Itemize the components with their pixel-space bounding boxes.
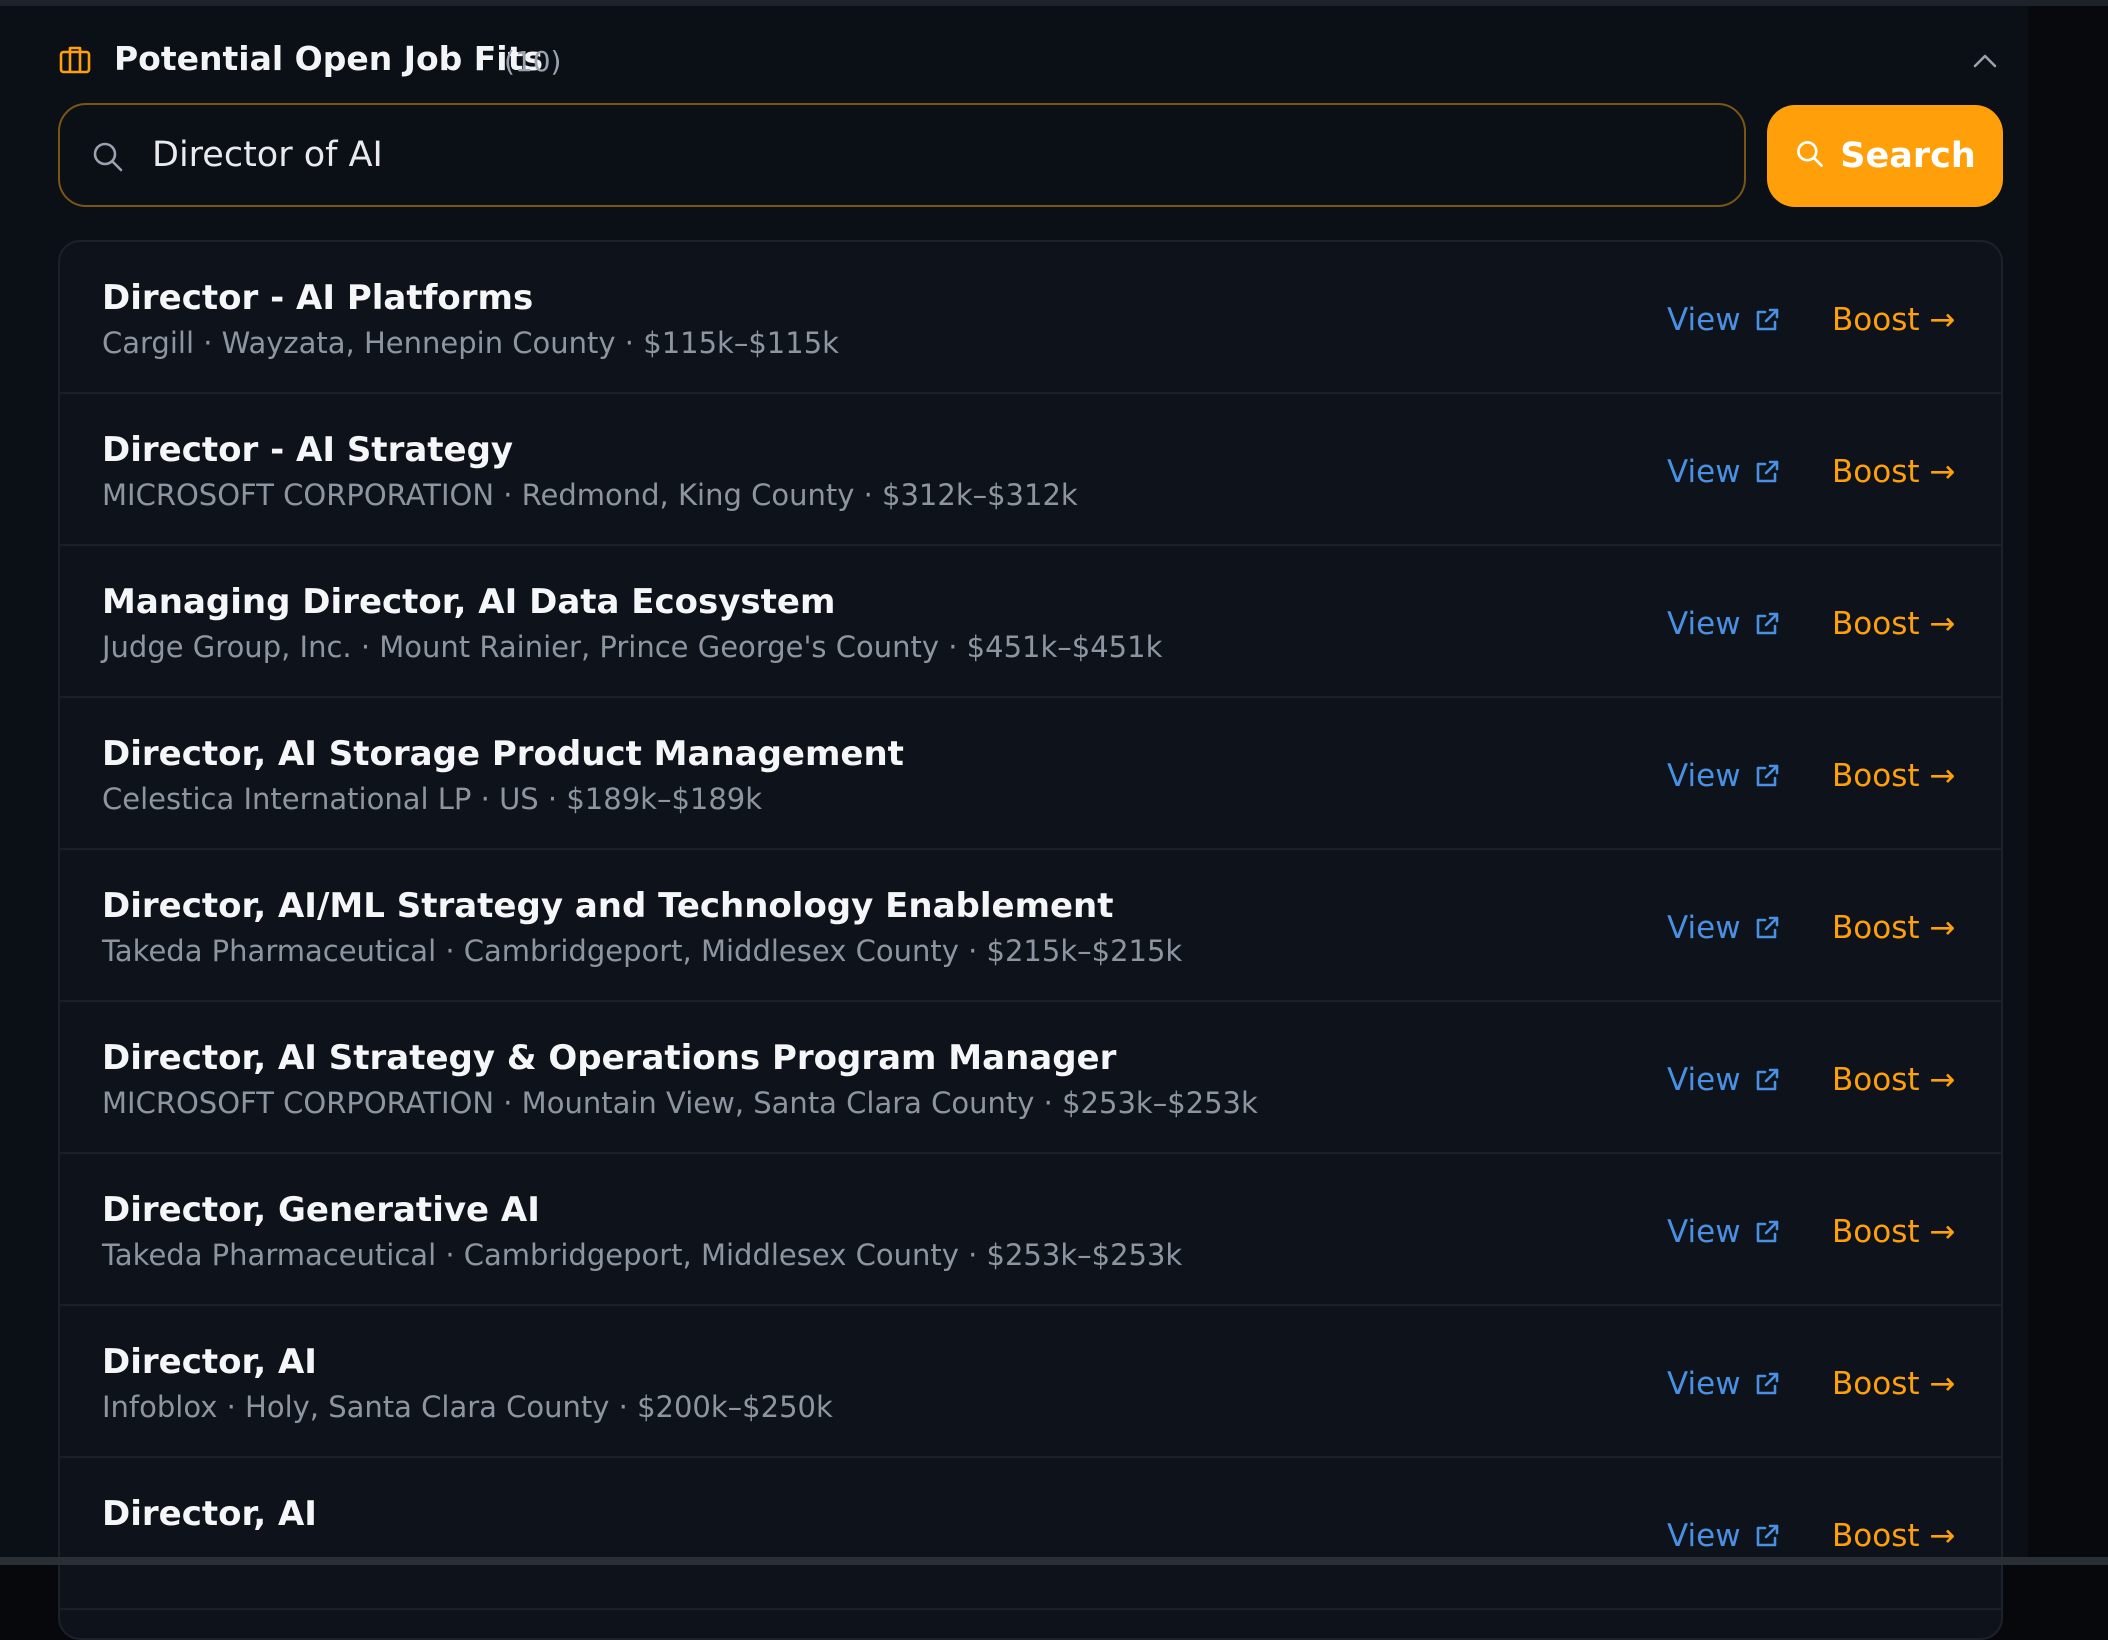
job-title: Managing Director, AI Data Ecosystem (102, 582, 836, 622)
boost-link[interactable]: Boost → (1832, 1366, 1955, 1402)
external-link-icon (1753, 1522, 1781, 1550)
briefcase-icon (58, 42, 92, 76)
job-row: Director - AI Strategy MICROSOFT CORPORA… (60, 394, 2001, 546)
view-link[interactable]: View (1667, 758, 1781, 794)
job-meta: Judge Group, Inc. · Mount Rainier, Princ… (102, 630, 1163, 664)
view-link[interactable]: View (1667, 1366, 1781, 1402)
boost-link[interactable]: Boost → (1832, 758, 1955, 794)
boost-link[interactable]: Boost → (1832, 910, 1955, 946)
boost-link[interactable]: Boost → (1832, 302, 1955, 338)
job-meta: Takeda Pharmaceutical · Cambridgeport, M… (102, 934, 1183, 968)
view-link[interactable]: View (1667, 606, 1781, 642)
external-link-icon (1753, 610, 1781, 638)
external-link-icon (1753, 1370, 1781, 1398)
search-icon (1794, 138, 1826, 174)
external-link-icon (1753, 914, 1781, 942)
job-title: Director, AI (102, 1342, 317, 1382)
view-link[interactable]: View (1667, 910, 1781, 946)
job-title: Director, AI Storage Product Management (102, 734, 904, 774)
view-link[interactable]: View (1667, 1214, 1781, 1250)
view-label: View (1667, 1366, 1741, 1402)
bottom-scrollbar[interactable] (0, 1557, 2108, 1565)
job-row: Director, Generative AI Takeda Pharmaceu… (60, 1154, 2001, 1306)
search-input[interactable]: Director of AI (58, 103, 1746, 207)
view-label: View (1667, 910, 1741, 946)
search-icon (90, 139, 126, 175)
job-meta: MICROSOFT CORPORATION · Mountain View, S… (102, 1086, 1258, 1120)
job-list: Director - AI Platforms Cargill · Wayzat… (58, 240, 2003, 1640)
view-link[interactable]: View (1667, 1518, 1781, 1554)
job-meta: Celestica International LP · US · $189k–… (102, 782, 763, 816)
job-title: Director - AI Strategy (102, 430, 514, 470)
job-row: Director, AI Storage Product Management … (60, 698, 2001, 850)
search-button[interactable]: Search (1767, 105, 2003, 207)
view-label: View (1667, 302, 1741, 338)
boost-link[interactable]: Boost → (1832, 1518, 1955, 1554)
view-link[interactable]: View (1667, 302, 1781, 338)
job-row: Director, AI Strategy & Operations Progr… (60, 1002, 2001, 1154)
view-label: View (1667, 606, 1741, 642)
job-row: Director, AI/ML Strategy and Technology … (60, 850, 2001, 1002)
job-meta: Takeda Pharmaceutical · Cambridgeport, M… (102, 1238, 1183, 1272)
job-meta: Cargill · Wayzata, Hennepin County · $11… (102, 326, 839, 360)
view-label: View (1667, 1214, 1741, 1250)
external-link-icon (1753, 1066, 1781, 1094)
job-row: Director, AI View Boost → (60, 1458, 2001, 1610)
view-label: View (1667, 758, 1741, 794)
section-header[interactable]: Potential Open Job Fits (10) (58, 30, 2000, 90)
view-label: View (1667, 1062, 1741, 1098)
external-link-icon (1753, 1218, 1781, 1246)
search-value[interactable]: Director of AI (152, 135, 383, 175)
job-title: Director, AI (102, 1494, 317, 1534)
boost-link[interactable]: Boost → (1832, 1062, 1955, 1098)
external-link-icon (1753, 306, 1781, 334)
job-meta: MICROSOFT CORPORATION · Redmond, King Co… (102, 478, 1078, 512)
job-meta: Infoblox · Holy, Santa Clara County · $2… (102, 1390, 833, 1424)
scroll-gutter[interactable] (2028, 6, 2108, 1565)
external-link-icon (1753, 458, 1781, 486)
job-row: Director - AI Platforms Cargill · Wayzat… (60, 242, 2001, 394)
boost-link[interactable]: Boost → (1832, 1214, 1955, 1250)
job-title: Director, AI Strategy & Operations Progr… (102, 1038, 1117, 1078)
view-link[interactable]: View (1667, 454, 1781, 490)
view-link[interactable]: View (1667, 1062, 1781, 1098)
external-link-icon (1753, 762, 1781, 790)
job-row: Director, AI Infoblox · Holy, Santa Clar… (60, 1306, 2001, 1458)
view-label: View (1667, 454, 1741, 490)
view-label: View (1667, 1518, 1741, 1554)
job-title: Director, Generative AI (102, 1190, 540, 1230)
boost-link[interactable]: Boost → (1832, 454, 1955, 490)
section-title: Potential Open Job Fits (114, 39, 544, 78)
boost-link[interactable]: Boost → (1832, 606, 1955, 642)
job-title: Director - AI Platforms (102, 278, 534, 318)
job-title: Director, AI/ML Strategy and Technology … (102, 886, 1114, 926)
search-button-label: Search (1840, 136, 1976, 176)
job-row: Managing Director, AI Data Ecosystem Jud… (60, 546, 2001, 698)
chevron-up-icon[interactable] (1968, 44, 2002, 78)
job-count: (10) (504, 45, 562, 78)
